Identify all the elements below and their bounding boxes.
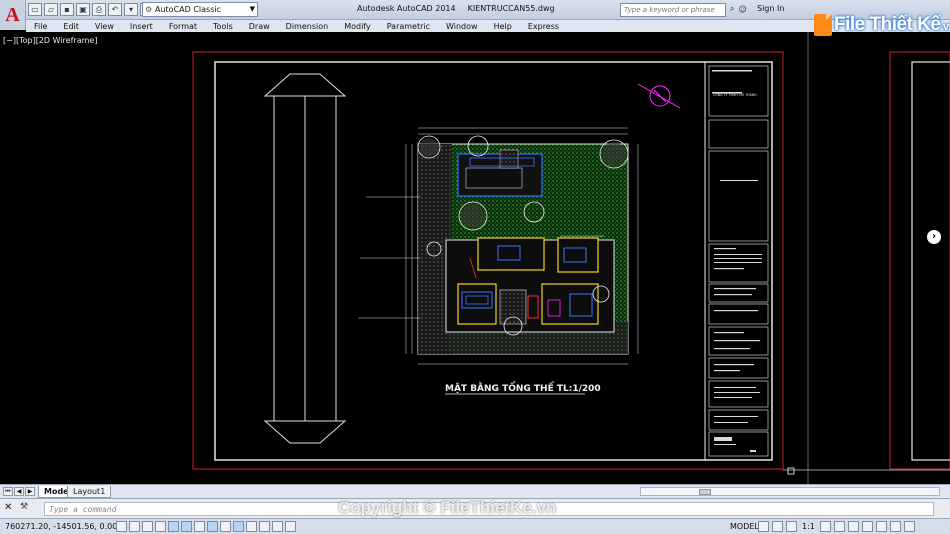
elevation-left xyxy=(263,73,347,444)
command-placeholder: Type a command xyxy=(49,505,117,514)
isolate-objects-icon[interactable] xyxy=(889,521,901,532)
gear-icon: ⚙ xyxy=(145,5,153,14)
ortho-mode-icon[interactable] xyxy=(155,521,166,532)
menu-insert[interactable]: Insert xyxy=(122,22,161,31)
application-menu-button[interactable]: A xyxy=(0,0,26,30)
crosshair-cursor xyxy=(787,467,795,475)
save-as-icon[interactable]: ▣ xyxy=(76,3,90,16)
new-icon[interactable]: ▭ xyxy=(28,3,42,16)
clean-screen-icon[interactable] xyxy=(903,521,915,532)
menu-view[interactable]: View xyxy=(87,22,122,31)
drawing-title: MẶT BẰNG TỔNG THỂ TL:1/200 xyxy=(445,381,601,394)
selection-cycling-icon[interactable] xyxy=(285,521,296,532)
grid-display-icon[interactable] xyxy=(142,521,153,532)
menu-help[interactable]: Help xyxy=(486,22,520,31)
next-tab-icon[interactable]: ▶ xyxy=(25,487,35,496)
window-title: Autodesk AutoCAD 2014 KIENTRUCCAN55.dwg xyxy=(357,4,555,13)
adjacent-sheet-frame xyxy=(889,51,950,470)
command-input[interactable]: Type a command xyxy=(44,502,934,516)
prev-tab-icon[interactable]: ◀ xyxy=(14,487,24,496)
workspace-select[interactable]: ⚙ AutoCAD Classic ▼ xyxy=(142,2,258,17)
first-tab-icon[interactable]: ⏮ xyxy=(3,487,13,496)
customize-icon[interactable]: ⚒ xyxy=(20,502,28,512)
workspace-value: AutoCAD Classic xyxy=(155,5,222,14)
annotation-scale-value[interactable]: 1:1 xyxy=(802,522,815,531)
menu-window[interactable]: Window xyxy=(438,22,486,31)
snap-mode-icon[interactable] xyxy=(129,521,140,532)
lineweight-icon[interactable] xyxy=(246,521,257,532)
adjacent-sheet-border xyxy=(911,61,950,461)
title-icons: ⌕ ☺ xyxy=(730,4,747,14)
horizontal-scrollbar[interactable] xyxy=(640,487,940,496)
help-search-input[interactable]: Type a keyword or phrase xyxy=(620,3,726,17)
layout-tab-bar: ⏮ ◀ ▶ Model Layout1 xyxy=(0,484,950,498)
autocad-logo-icon: A xyxy=(5,4,20,26)
model-space-toggle[interactable]: MODEL xyxy=(730,522,759,531)
undo-icon[interactable]: ↶ xyxy=(108,3,122,16)
menu-modify[interactable]: Modify xyxy=(336,22,379,31)
annotation-visibility-icon[interactable] xyxy=(819,521,831,532)
menu-file[interactable]: File xyxy=(26,22,55,31)
open-icon[interactable]: ▱ xyxy=(44,3,58,16)
drafting-toggles xyxy=(116,521,296,532)
site-plan xyxy=(358,83,681,365)
file-title: KIENTRUCCAN55.dwg xyxy=(467,4,555,13)
transparency-icon[interactable] xyxy=(259,521,270,532)
menu-express[interactable]: Express xyxy=(520,22,567,31)
save-icon[interactable]: ▪ xyxy=(60,3,74,16)
menu-edit[interactable]: Edit xyxy=(55,22,87,31)
status-right-icons: 1:1 xyxy=(758,521,915,532)
app-title: Autodesk AutoCAD 2014 xyxy=(357,4,456,13)
folder-icon xyxy=(814,14,832,36)
autocad-window: A ▭ ▱ ▪ ▣ ⎙ ↶ ▾ ↷ ⚙ AutoCAD Classic ▼ Au… xyxy=(0,0,950,534)
quick-properties-icon[interactable] xyxy=(272,521,283,532)
title-bar: A ▭ ▱ ▪ ▣ ⎙ ↶ ▾ ↷ ⚙ AutoCAD Classic ▼ Au… xyxy=(0,0,950,30)
dynamic-input-icon[interactable] xyxy=(233,521,244,532)
toolbar-lock-icon[interactable] xyxy=(861,521,873,532)
tab-layout1[interactable]: Layout1 xyxy=(67,486,112,498)
object-snap-tracking-icon[interactable] xyxy=(207,521,218,532)
3d-object-snap-icon[interactable] xyxy=(194,521,205,532)
auto-scale-icon[interactable] xyxy=(833,521,845,532)
close-icon[interactable]: ✕ xyxy=(4,502,12,513)
menu-dimension[interactable]: Dimension xyxy=(278,22,337,31)
user-icon[interactable]: ☺ xyxy=(738,5,746,14)
title-block-text-lines xyxy=(712,70,762,452)
plot-icon[interactable]: ⎙ xyxy=(92,3,106,16)
title-block-company: CÔNG TY TNHH CHÍ THÀNH xyxy=(713,92,757,97)
menu-format[interactable]: Format xyxy=(161,22,205,31)
north-arrow-icon xyxy=(637,83,681,109)
title-block xyxy=(704,61,773,461)
menu-bar: File Edit View Insert Format Tools Draw … xyxy=(26,20,950,32)
polar-tracking-icon[interactable] xyxy=(168,521,179,532)
workspace-switching-icon[interactable] xyxy=(847,521,859,532)
status-bar: 760271.20, -14501.56, 0.00 MODEL 1:1 xyxy=(0,518,950,534)
object-snap-icon[interactable] xyxy=(181,521,192,532)
hardware-acceleration-icon[interactable] xyxy=(875,521,887,532)
menu-tools[interactable]: Tools xyxy=(205,22,241,31)
binoculars-icon[interactable]: ⌕ xyxy=(730,4,734,14)
quick-view-layouts-icon[interactable] xyxy=(758,521,769,532)
chevron-down-icon: ▼ xyxy=(249,5,255,13)
drawing-canvas[interactable]: [−][Top][2D Wireframe] CÔNG TY TNHH CHÍ … xyxy=(0,32,950,484)
scrollbar-thumb[interactable] xyxy=(699,489,711,495)
watermark-logo: File Thiết Kế.vn xyxy=(814,12,950,38)
sign-in-button[interactable]: Sign In xyxy=(757,4,784,13)
chevron-right-icon[interactable]: › xyxy=(927,230,941,244)
annotation-scale-icon[interactable] xyxy=(786,521,797,532)
dynamic-ucs-icon[interactable] xyxy=(220,521,231,532)
watermark-logo-text: File Thiết Kế.vn xyxy=(834,14,950,35)
menu-draw[interactable]: Draw xyxy=(241,22,278,31)
menu-parametric[interactable]: Parametric xyxy=(379,22,438,31)
drawing-svg: CÔNG TY TNHH CHÍ THÀNH MẶT BẰNG TỔNG THỂ… xyxy=(192,32,950,484)
undo-dropdown-icon[interactable]: ▾ xyxy=(124,3,138,16)
cursor-coordinates: 760271.20, -14501.56, 0.00 xyxy=(5,522,118,531)
command-line: ✕ ⚒ Type a command xyxy=(0,498,950,518)
quick-access-toolbar: ▭ ▱ ▪ ▣ ⎙ ↶ ▾ ↷ xyxy=(28,3,154,16)
quick-view-drawings-icon[interactable] xyxy=(772,521,783,532)
infer-constraints-icon[interactable] xyxy=(116,521,127,532)
